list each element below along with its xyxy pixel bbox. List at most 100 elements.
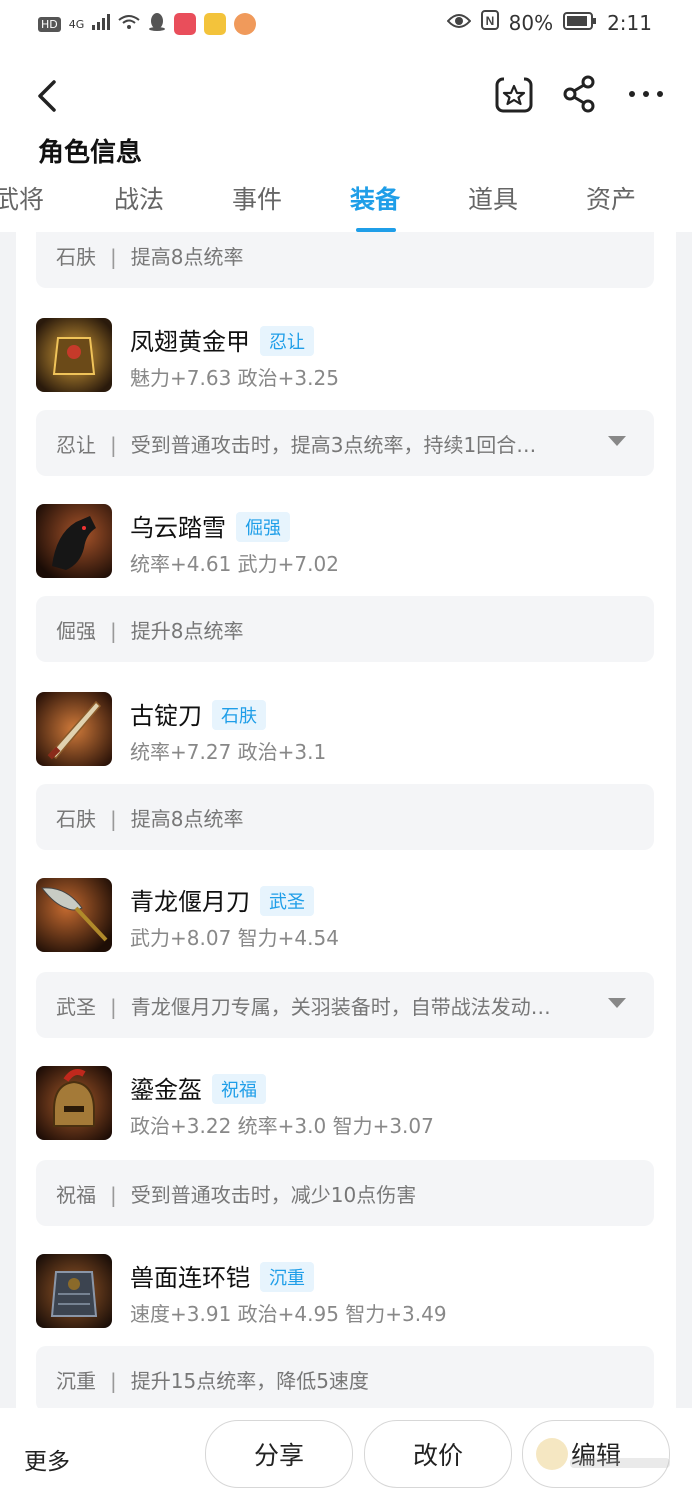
equipment-name-row: 鎏金盔 祝福 <box>130 1070 266 1106</box>
equipment-name: 兽面连环铠 <box>130 1264 250 1292</box>
desc-body: 提高8点统率 <box>130 245 244 269</box>
desc-separator: | <box>110 995 117 1019</box>
status-right: N 80% 2:11 <box>446 10 652 35</box>
desc-text: 武圣 | 青龙偃月刀专属，关羽装备时，自带战法发动… <box>56 991 606 1020</box>
desc-body: 青龙偃月刀专属，关羽装备时，自带战法发动… <box>130 995 551 1019</box>
desc-text: 忍让 | 受到普通攻击时，提高3点统率，持续1回合… <box>56 429 606 458</box>
back-icon <box>38 80 56 112</box>
desc-separator: | <box>110 245 117 269</box>
equipment-item[interactable]: 古锭刀 石肤 统率+7.27 政治+3.1 <box>36 692 654 766</box>
app-red-icon <box>174 13 197 35</box>
desc-tag: 倔强 <box>56 619 96 643</box>
desc-tag: 祝福 <box>56 1183 96 1207</box>
desc-separator: | <box>110 1183 117 1207</box>
more-button[interactable] <box>624 72 668 116</box>
page-header: 角色信息 武将 战法 事件 装备 道具 资产 <box>0 52 692 232</box>
desc-body: 提升8点统率 <box>130 619 244 643</box>
equipment-desc[interactable]: 倔强 | 提升8点统率 <box>36 596 654 662</box>
status-bar: HD 4G N 80% 2:11 <box>0 0 692 52</box>
equipment-name-row: 兽面连环铠 沉重 <box>130 1258 314 1294</box>
more-link[interactable]: 更多 <box>24 1442 70 1476</box>
desc-body: 提高8点统率 <box>130 807 244 831</box>
tab-bar: 武将 战法 事件 装备 道具 资产 <box>0 180 692 232</box>
desc-tag: 忍让 <box>56 433 96 457</box>
app-yellow-icon <box>204 13 227 35</box>
equipment-name-row: 凤翅黄金甲 忍让 <box>130 322 314 358</box>
eye-icon <box>446 11 471 35</box>
equipment-desc[interactable]: 武圣 | 青龙偃月刀专属，关羽装备时，自带战法发动… <box>36 972 654 1038</box>
equipment-item[interactable]: 凤翅黄金甲 忍让 魅力+7.63 政治+3.25 <box>36 318 654 392</box>
tab-equipment[interactable]: 装备 <box>350 180 400 216</box>
clock: 2:11 <box>607 10 652 35</box>
desc-tag: 沉重 <box>56 1369 96 1393</box>
tab-assets[interactable]: 资产 <box>586 180 636 216</box>
equipment-tag: 祝福 <box>212 1074 266 1104</box>
equipment-tag: 石肤 <box>212 700 266 730</box>
svg-text:N: N <box>485 14 494 28</box>
battery-icon <box>563 11 597 35</box>
equipment-tag: 沉重 <box>260 1262 314 1292</box>
wifi-icon <box>118 14 140 34</box>
qq-icon <box>148 12 166 36</box>
equipment-desc[interactable]: 沉重 | 提升15点统率，降低5速度 <box>36 1346 654 1408</box>
tab-events[interactable]: 事件 <box>232 180 282 216</box>
equipment-desc-partial: 石肤 | 提高8点统率 <box>36 232 654 288</box>
favorite-button[interactable] <box>492 72 536 116</box>
desc-separator: | <box>110 619 117 643</box>
reprice-button[interactable]: 改价 <box>364 1420 512 1488</box>
equipment-stats: 统率+7.27 政治+3.1 <box>130 740 327 764</box>
tab-generals[interactable]: 武将 <box>0 180 44 216</box>
equipment-item[interactable]: 鎏金盔 祝福 政治+3.22 统率+3.0 智力+3.07 <box>36 1066 654 1140</box>
helmet-thumbnail <box>36 1066 112 1140</box>
hd-icon: HD <box>38 16 61 32</box>
equipment-stats: 魅力+7.63 政治+3.25 <box>130 366 339 390</box>
desc-body: 提升15点统率，降低5速度 <box>130 1369 369 1393</box>
desc-separator: | <box>110 807 117 831</box>
desc-tag: 石肤 <box>56 807 96 831</box>
equipment-desc[interactable]: 忍让 | 受到普通攻击时，提高3点统率，持续1回合… <box>36 410 654 476</box>
desc-text: 沉重 | 提升15点统率，降低5速度 <box>56 1365 606 1394</box>
favorite-star-icon <box>495 75 533 113</box>
nfc-icon: N <box>480 10 499 35</box>
desc-text: 石肤 | 提高8点统率 <box>56 803 606 832</box>
page-title: 角色信息 <box>38 138 143 168</box>
desc-body: 受到普通攻击时，减少10点伤害 <box>130 1183 417 1207</box>
equipment-name-row: 青龙偃月刀 武圣 <box>130 882 314 918</box>
chainmail-thumbnail <box>36 1254 112 1328</box>
equipment-item[interactable]: 兽面连环铠 沉重 速度+3.91 政治+4.95 智力+3.49 <box>36 1254 654 1328</box>
desc-body: 受到普通攻击时，提高3点统率，持续1回合… <box>130 433 537 457</box>
desc-text: 石肤 | 提高8点统率 <box>56 241 606 270</box>
equipment-stats: 统率+4.61 武力+7.02 <box>130 552 339 576</box>
glaive-thumbnail <box>36 878 112 952</box>
watermark-logo <box>530 1418 680 1488</box>
desc-tag: 武圣 <box>56 995 96 1019</box>
tab-items[interactable]: 道具 <box>468 180 518 216</box>
desc-separator: | <box>110 433 117 457</box>
equipment-desc[interactable]: 石肤 | 提高8点统率 <box>36 784 654 850</box>
share-icon <box>563 75 595 113</box>
share-button[interactable]: 分享 <box>205 1420 353 1488</box>
equipment-name: 青龙偃月刀 <box>130 888 250 916</box>
share-top-button[interactable] <box>558 72 602 116</box>
back-button[interactable] <box>30 76 70 116</box>
equipment-name: 乌云踏雪 <box>130 514 226 542</box>
equipment-tag: 忍让 <box>260 326 314 356</box>
equipment-list[interactable]: 石肤 | 提高8点统率 凤翅黄金甲 忍让 魅力+7.63 政治+3.25 忍让 | 受到普… <box>16 232 676 1408</box>
equipment-tag: 武圣 <box>260 886 314 916</box>
signal-icon <box>92 14 111 34</box>
expand-caret-icon[interactable] <box>608 436 626 446</box>
expand-caret-icon[interactable] <box>608 998 626 1008</box>
battery-percent: 80% <box>508 10 554 35</box>
equipment-item[interactable]: 青龙偃月刀 武圣 武力+8.07 智力+4.54 <box>36 878 654 952</box>
blade-thumbnail <box>36 692 112 766</box>
horse-thumbnail <box>36 504 112 578</box>
network-label: 4G <box>68 17 85 31</box>
app-orange-chat-icon <box>234 13 257 35</box>
equipment-item[interactable]: 乌云踏雪 倔强 统率+4.61 武力+7.02 <box>36 504 654 578</box>
desc-text: 倔强 | 提升8点统率 <box>56 615 606 644</box>
equipment-desc[interactable]: 祝福 | 受到普通攻击时，减少10点伤害 <box>36 1160 654 1226</box>
tab-tactics[interactable]: 战法 <box>114 180 164 216</box>
status-left: HD 4G <box>38 12 257 36</box>
equipment-name-row: 乌云踏雪 倔强 <box>130 508 290 544</box>
equipment-name-row: 古锭刀 石肤 <box>130 696 266 732</box>
